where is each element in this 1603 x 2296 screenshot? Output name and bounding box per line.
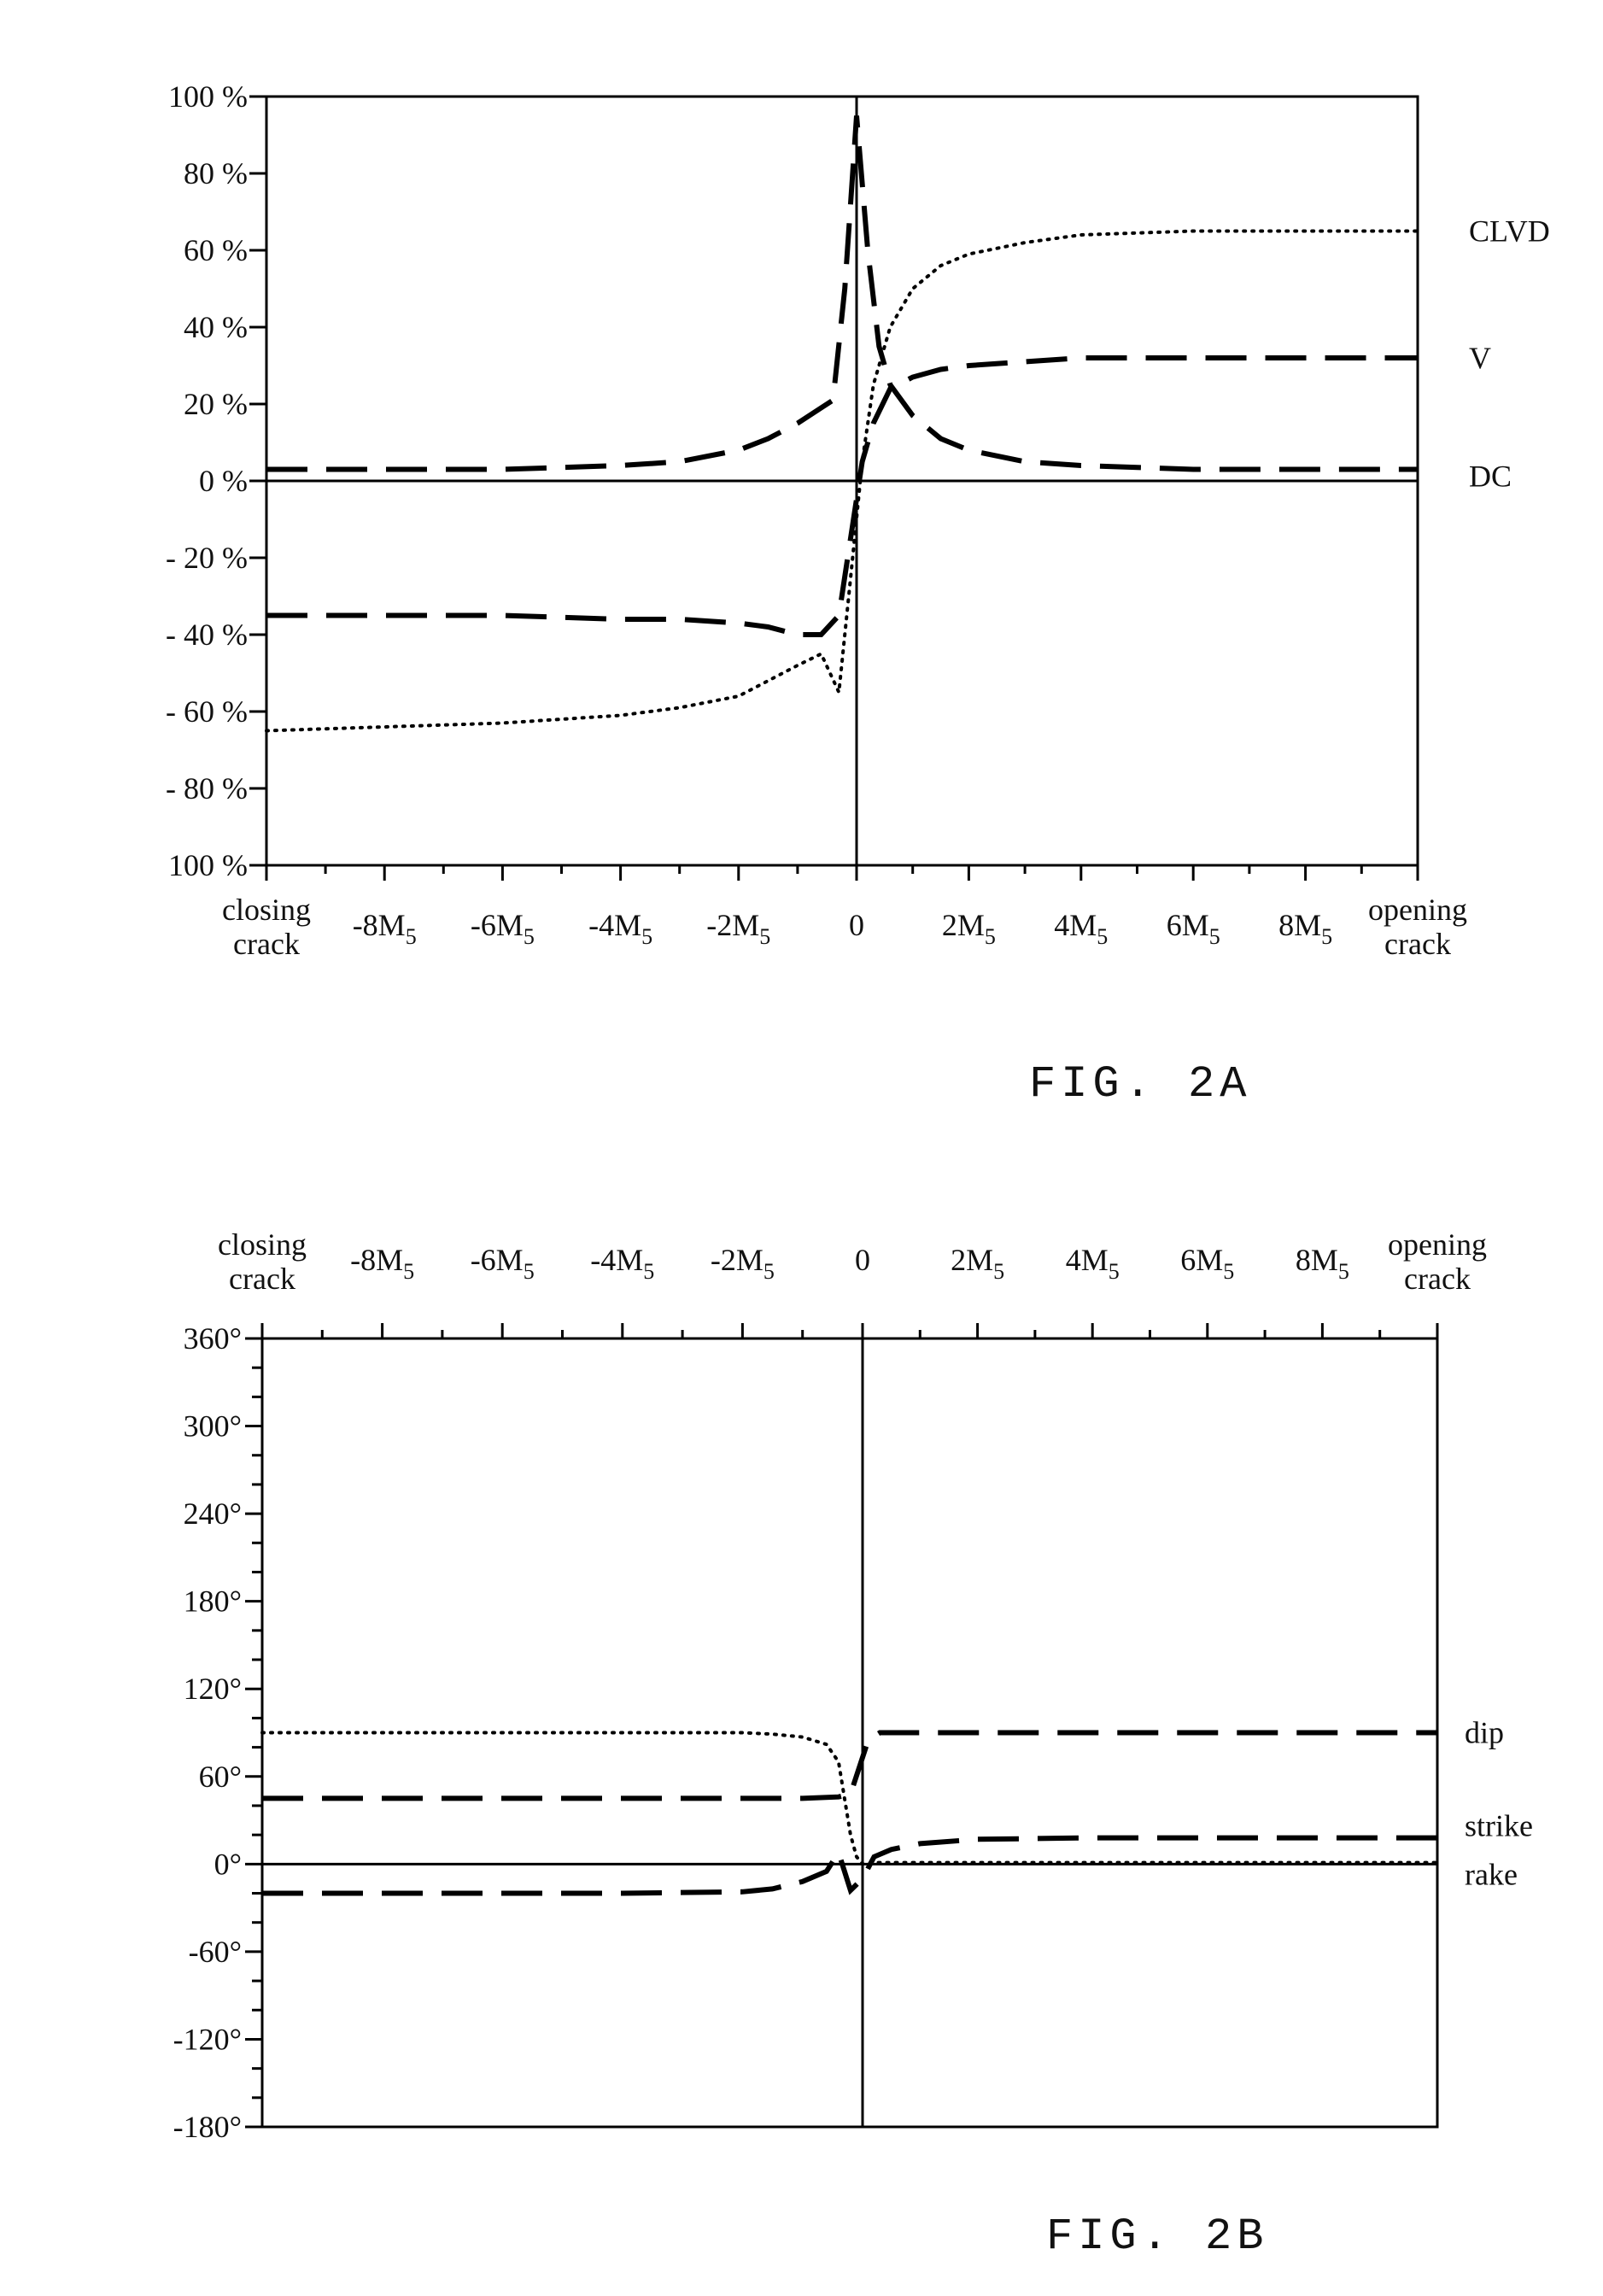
- x-tick-label: -8M5: [353, 908, 417, 949]
- y-tick-label: 0°: [214, 1847, 242, 1881]
- x-tick-label: 8M5: [1296, 1243, 1349, 1284]
- y-tick-label: 360°: [184, 1321, 242, 1356]
- series-label-clvd: CLVD: [1469, 214, 1550, 249]
- x-tick-label: -2M5: [706, 908, 770, 949]
- y-tick-labels: 100 % 80 % 60 % 40 % 20 % 0 % - 20 % - 40 % - 60…: [166, 79, 248, 882]
- series-label-rake: rake: [1465, 1858, 1518, 1892]
- y-tick-label: 80 %: [184, 156, 248, 190]
- x-tick-label: 6M5: [1167, 908, 1220, 949]
- y-tick-label: - 40 %: [166, 618, 248, 652]
- series-line-strike: [262, 1835, 1437, 1896]
- x-tick-label: 4M5: [1054, 908, 1108, 949]
- x-tick-label: 8M5: [1278, 908, 1332, 949]
- y-tick-label: -120°: [173, 2022, 242, 2056]
- x-tick-label: -6M5: [471, 908, 535, 949]
- x-tick-label: 2M5: [951, 1243, 1004, 1284]
- y-tick-label: -180°: [173, 2110, 242, 2144]
- y-tick-label: -60°: [189, 1935, 242, 1969]
- series-label-dc: DC: [1469, 460, 1512, 494]
- x-tick-label: -2M5: [711, 1243, 775, 1284]
- y-tick-label: 120°: [184, 1672, 242, 1706]
- series-line-rake: [260, 1731, 1439, 1866]
- x-axis-ticks: [265, 865, 1419, 881]
- series-group: [265, 115, 1419, 733]
- x-tick-label: 2M5: [942, 908, 996, 949]
- x-tick-label: -4M5: [588, 908, 652, 949]
- x-axis-ticks: [260, 1323, 1439, 1338]
- y-tick-label: - 20 %: [166, 541, 248, 575]
- x-tick-label: opening crack: [1368, 893, 1467, 961]
- chart-fig-2a: 100 % 80 % 60 % 40 % 20 % 0 % - 20 % - 40 % - 60…: [166, 79, 1550, 1110]
- figure-label-2a: FIG. 2A: [1029, 1059, 1251, 1110]
- x-tick-labels: closing crack -8M5 -6M5 -4M5 -2M5 0 2M5 4M5 6M5 8M…: [218, 1227, 1487, 1296]
- x-tick-label: 0: [849, 908, 864, 942]
- series-line-v: [266, 355, 1418, 637]
- series-label-dip: dip: [1465, 1716, 1504, 1750]
- figure-canvas: 100 % 80 % 60 % 40 % 20 % 0 % - 20 % - 40 % - 60…: [166, 79, 1550, 2262]
- y-tick-label: 300°: [184, 1409, 242, 1444]
- x-tick-label: -6M5: [471, 1243, 535, 1284]
- y-axis-ticks: [249, 95, 266, 867]
- y-tick-label: 100 %: [168, 79, 248, 114]
- series-line-dip: [262, 1730, 1437, 1801]
- figure-label-2b: FIG. 2B: [1046, 2211, 1268, 2262]
- y-tick-label: 20 %: [184, 387, 248, 421]
- x-tick-label: closing crack: [222, 893, 311, 961]
- y-axis-ticks: [245, 1337, 262, 2129]
- y-tick-label: 60 %: [184, 233, 248, 267]
- y-tick-label: 180°: [184, 1584, 242, 1619]
- x-tick-label: 6M5: [1180, 1243, 1234, 1284]
- y-tick-label: 100 %: [168, 848, 248, 882]
- series-labels: dip strike rake: [1465, 1716, 1533, 1892]
- series-line-dc: [266, 115, 1418, 472]
- series-group: [260, 1730, 1439, 1896]
- x-tick-labels: closing crack -8M5 -6M5 -4M5 -2M5 0 2M5 4M5 6M5 8M…: [222, 893, 1467, 961]
- y-tick-label: 240°: [184, 1496, 242, 1531]
- y-tick-label: - 80 %: [166, 771, 248, 805]
- x-tick-label: closing crack: [218, 1227, 307, 1296]
- y-tick-label: 40 %: [184, 310, 248, 344]
- x-tick-label: opening crack: [1388, 1227, 1487, 1296]
- y-tick-labels: 360° 300° 240° 180° 120° 60° 0° -60° -120° -180°: [173, 1321, 242, 2144]
- y-tick-label: - 60 %: [166, 694, 248, 729]
- series-label-v: V: [1469, 341, 1491, 375]
- series-label-strike: strike: [1465, 1809, 1533, 1843]
- x-tick-label: 4M5: [1066, 1243, 1120, 1284]
- series-labels: CLVD V DC: [1469, 214, 1550, 494]
- chart-fig-2b: 360°300°240°180°120°60°0°-60°-120°-180° …: [173, 1227, 1533, 2262]
- x-tick-label: -4M5: [590, 1243, 654, 1284]
- x-tick-label: 0: [855, 1243, 870, 1277]
- y-tick-label: 0 %: [199, 464, 248, 498]
- x-tick-label: -8M5: [350, 1243, 414, 1284]
- y-tick-label: 60°: [199, 1760, 242, 1794]
